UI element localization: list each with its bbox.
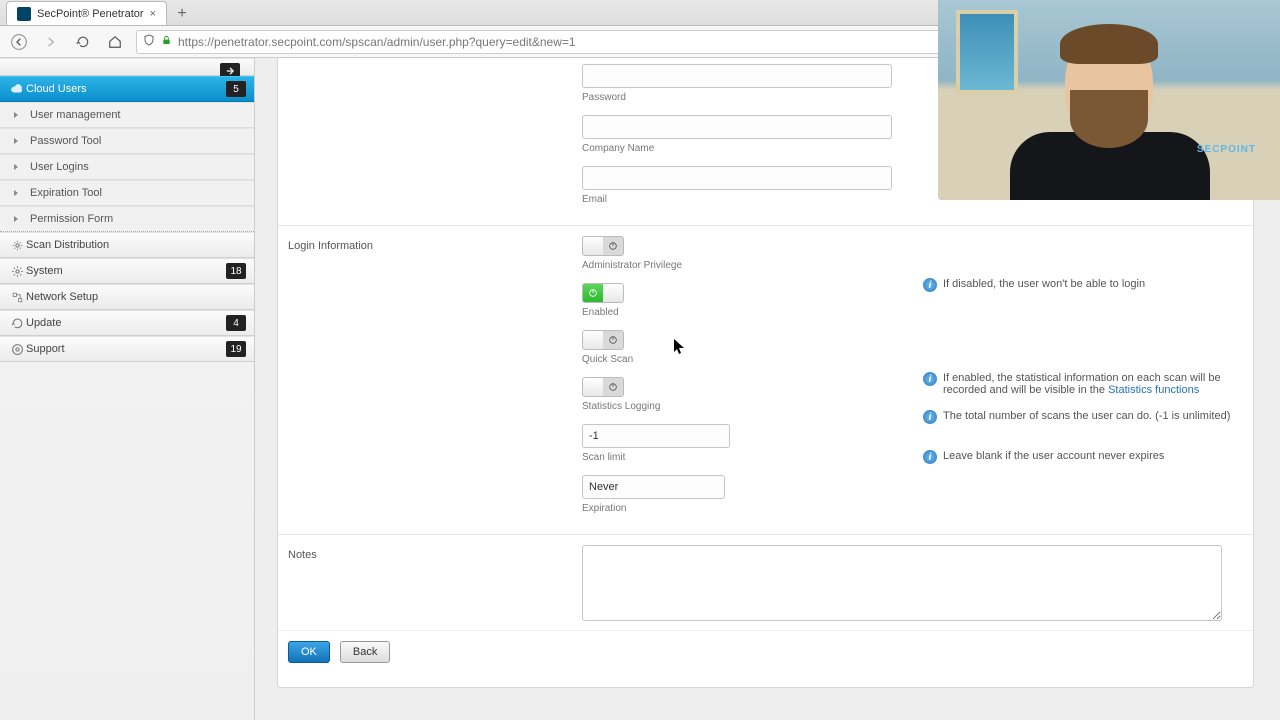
shirt-logo-text: SECPOINT xyxy=(1197,144,1256,155)
sidebar-item-label: Support xyxy=(26,343,65,355)
sidebar-item-user-management[interactable]: User management xyxy=(0,102,254,128)
sidebar-item-label: Expiration Tool xyxy=(30,187,102,199)
field-label: Expiration xyxy=(582,503,923,514)
sidebar-item-update[interactable]: Update 4 xyxy=(0,310,254,336)
sidebar-item-network-setup[interactable]: Network Setup xyxy=(0,284,254,310)
chevron-right-icon xyxy=(14,112,18,118)
distribution-icon xyxy=(10,238,24,252)
field-label: Scan limit xyxy=(582,452,923,463)
sidebar-item-label: System xyxy=(26,265,63,277)
field-label: Quick Scan xyxy=(582,354,923,365)
sidebar-item-label: Scan Distribution xyxy=(26,239,109,251)
browser-tab[interactable]: SecPoint® Penetrator × xyxy=(6,1,167,25)
field-label: Statistics Logging xyxy=(582,401,923,412)
gear-icon xyxy=(10,264,24,278)
sidebar-item-permission-form[interactable]: Permission Form xyxy=(0,206,254,232)
tab-favicon xyxy=(17,7,31,21)
sidebar-item-expiration-tool[interactable]: Expiration Tool xyxy=(0,180,254,206)
expiration-field[interactable] xyxy=(582,475,725,499)
hint-text: The total number of scans the user can d… xyxy=(943,410,1230,422)
sidebar-badge: 19 xyxy=(226,341,246,357)
support-icon xyxy=(10,342,24,356)
sidebar-item-scan-distribution[interactable]: Scan Distribution xyxy=(0,232,254,258)
chevron-right-icon xyxy=(14,190,18,196)
info-icon: i xyxy=(923,450,937,464)
field-label: Enabled xyxy=(582,307,923,318)
info-icon: i xyxy=(923,410,937,424)
mouse-cursor-icon xyxy=(674,339,686,355)
hint-text: If enabled, the statistical information … xyxy=(943,372,1243,396)
scan-limit-field[interactable] xyxy=(582,424,730,448)
sidebar-badge: 5 xyxy=(226,81,246,97)
tab-close-icon[interactable]: × xyxy=(150,8,156,20)
password-field[interactable] xyxy=(582,64,892,88)
info-icon: i xyxy=(923,278,937,292)
sidebar-item-cloud-users[interactable]: Cloud Users 5 xyxy=(0,76,254,102)
notes-field[interactable] xyxy=(582,545,1222,621)
sidebar-item-password-tool[interactable]: Password Tool xyxy=(0,128,254,154)
lock-icon xyxy=(161,35,172,49)
nav-back-button[interactable] xyxy=(8,31,30,53)
new-tab-button[interactable]: + xyxy=(171,3,193,25)
back-button[interactable]: Back xyxy=(340,641,390,663)
info-icon: i xyxy=(923,372,937,386)
shield-icon xyxy=(143,34,155,49)
sidebar-item-label: Update xyxy=(26,317,61,329)
chevron-right-icon xyxy=(14,164,18,170)
sidebar-item-label: Cloud Users xyxy=(26,83,87,95)
hint-text: If disabled, the user won't be able to l… xyxy=(943,278,1145,290)
field-label: Company Name xyxy=(582,143,923,154)
nav-forward-button[interactable] xyxy=(40,31,62,53)
chevron-right-icon xyxy=(14,138,18,144)
hint-text: Leave blank if the user account never ex… xyxy=(943,450,1164,462)
company-field[interactable] xyxy=(582,115,892,139)
enabled-toggle[interactable] xyxy=(582,283,624,303)
chevron-right-icon xyxy=(14,216,18,222)
sidebar-item-label: User Logins xyxy=(30,161,89,173)
tab-title: SecPoint® Penetrator xyxy=(37,8,144,20)
nav-reload-button[interactable] xyxy=(72,31,94,53)
sidebar-item-label: Network Setup xyxy=(26,291,98,303)
quick-scan-toggle[interactable] xyxy=(582,330,624,350)
statistics-functions-link[interactable]: Statistics functions xyxy=(1108,384,1199,396)
statistics-logging-toggle[interactable] xyxy=(582,377,624,397)
network-icon xyxy=(10,290,24,304)
sidebar-item-label: Password Tool xyxy=(30,135,101,147)
refresh-icon xyxy=(10,316,24,330)
sidebar-item-support[interactable]: Support 19 xyxy=(0,336,254,362)
sidebar-badge: 4 xyxy=(226,315,246,331)
sidebar-item-system[interactable]: System 18 xyxy=(0,258,254,284)
webcam-overlay: SECPOINT xyxy=(938,0,1280,200)
cloud-icon xyxy=(10,82,24,96)
field-label: Password xyxy=(582,92,923,103)
sidebar-top-row xyxy=(0,58,254,76)
admin-privilege-toggle[interactable] xyxy=(582,236,624,256)
nav-home-button[interactable] xyxy=(104,31,126,53)
email-field[interactable] xyxy=(582,166,892,190)
section-label: Login Information xyxy=(288,236,582,526)
sidebar-badge: 18 xyxy=(226,263,246,279)
url-text: https://penetrator.secpoint.com/spscan/a… xyxy=(178,35,576,49)
field-label: Email xyxy=(582,194,923,205)
sidebar: Cloud Users 5 User management Password T… xyxy=(0,58,255,720)
sidebar-item-user-logins[interactable]: User Logins xyxy=(0,154,254,180)
ok-button[interactable]: OK xyxy=(288,641,330,663)
sidebar-item-label: Permission Form xyxy=(30,213,113,225)
sidebar-item-label: User management xyxy=(30,109,121,121)
field-label: Administrator Privilege xyxy=(582,260,923,271)
section-label: Notes xyxy=(288,545,582,624)
